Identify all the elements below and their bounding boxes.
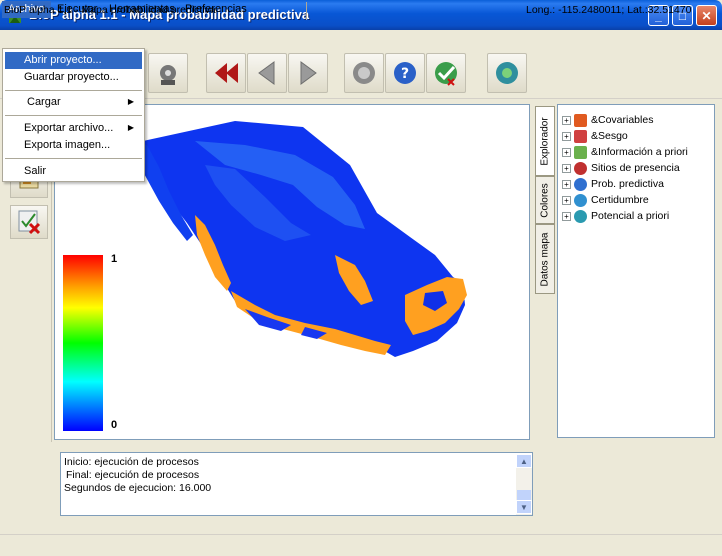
forward-button[interactable]: [288, 53, 328, 93]
expand-icon[interactable]: +: [562, 147, 571, 157]
arrow-rewind-icon: [215, 63, 238, 83]
arrow-forward-icon: [300, 61, 317, 85]
sitios-icon: [574, 161, 587, 175]
scroll-up-button[interactable]: ▲: [516, 454, 532, 468]
menu-item-guardar-proyecto[interactable]: Guardar proyecto...: [5, 69, 142, 86]
legend-max-label: 1: [111, 253, 118, 265]
potencial-icon: [574, 209, 587, 223]
menu-item-exportar-archivo[interactable]: Exportar archivo... ▶: [5, 120, 142, 137]
globe-help-icon: ?: [394, 62, 416, 84]
status-text: BioP alpha 1.1 - Mapa probabilidad predi…: [4, 4, 216, 16]
menu-item-cargar-label: Cargar: [27, 96, 61, 108]
tree-item-label: &Sesgo: [591, 130, 628, 142]
tab-colores-label: Colores: [539, 182, 551, 218]
tree-item-label: Certidumbre: [591, 194, 649, 206]
expand-icon[interactable]: +: [562, 163, 571, 173]
tab-explorador-label: Explorador: [539, 116, 551, 166]
covariables-icon: [574, 113, 587, 127]
sesgo-icon: [574, 129, 587, 143]
menu-separator: [5, 115, 142, 116]
submenu-arrow-icon: ▶: [127, 97, 134, 106]
menu-item-salir[interactable]: Salir: [5, 163, 142, 180]
globe-refresh-icon: [496, 62, 518, 84]
archivo-dropdown: Abrir proyecto... Guardar proyecto... Ca…: [2, 48, 145, 182]
menu-item-cargar[interactable]: Cargar ▶: [5, 94, 142, 111]
log-line: Inicio: ejecución de procesos: [64, 456, 199, 468]
expand-icon[interactable]: +: [562, 131, 571, 141]
expand-icon[interactable]: +: [562, 179, 571, 189]
globe-check-icon: [435, 62, 457, 86]
prob-icon: [574, 177, 587, 191]
globe-settings-button[interactable]: [344, 53, 384, 93]
gear-icon: [160, 65, 176, 85]
tree-item-informacion[interactable]: + &Información a priori: [562, 144, 688, 160]
tree-item-sesgo[interactable]: + &Sesgo: [562, 128, 628, 144]
rewind-button[interactable]: [206, 53, 246, 93]
chevron-down-icon: ▼: [520, 502, 528, 512]
tree-item-label: Sitios de presencia: [591, 162, 680, 174]
tree-item-certidumbre[interactable]: + Certidumbre: [562, 192, 649, 208]
coordinates-readout: Long.: -115.2480011; Lat.:32.51470: [526, 4, 692, 16]
tree-item-label: &Información a priori: [591, 146, 688, 158]
menu-bar: [0, 30, 722, 49]
expand-icon[interactable]: +: [562, 195, 571, 205]
scroll-thumb[interactable]: [517, 490, 531, 500]
tab-colores[interactable]: Colores: [535, 176, 555, 224]
menu-separator: [5, 158, 142, 159]
arrow-back-icon: [258, 61, 275, 85]
tree-item-prob[interactable]: + Prob. predictiva: [562, 176, 664, 192]
log-line: Final: ejecución de procesos: [66, 469, 200, 481]
menu-item-exportar-label: Exportar archivo...: [24, 122, 114, 134]
remove-layer-button[interactable]: [10, 205, 48, 239]
globe-refresh-button[interactable]: [487, 53, 527, 93]
tree-item-label: Prob. predictiva: [591, 178, 664, 190]
side-tabs: Explorador Colores Datos mapa: [535, 104, 557, 440]
scroll-down-button[interactable]: ▼: [516, 500, 532, 514]
expand-icon[interactable]: +: [562, 115, 571, 125]
menu-item-exporta-imagen[interactable]: Exporta imagen...: [5, 137, 142, 154]
status-bar: [0, 534, 722, 556]
legend-color-bar: [63, 255, 103, 431]
certidumbre-icon: [574, 193, 587, 207]
tree-item-label: Potencial a priori: [591, 210, 670, 222]
map-remove-icon: [18, 210, 41, 235]
back-button[interactable]: [247, 53, 287, 93]
globe-check-button[interactable]: [426, 53, 466, 93]
explorer-tree: + &Covariables + &Sesgo + &Información a…: [557, 104, 715, 438]
log-scrollbar[interactable]: ▲ ▼: [516, 454, 532, 515]
chevron-up-icon: ▲: [520, 456, 528, 466]
globe-help-button[interactable]: ?: [385, 53, 425, 93]
submenu-arrow-icon: ▶: [127, 123, 134, 132]
tab-datos-mapa[interactable]: Datos mapa: [535, 224, 555, 294]
tools-button[interactable]: [148, 53, 188, 93]
expand-icon[interactable]: +: [562, 211, 571, 221]
svg-text:?: ?: [401, 66, 409, 82]
globe-gear-icon: [353, 62, 375, 84]
log-line: Segundos de ejecucion: 16.000: [64, 482, 212, 494]
menu-separator: [5, 90, 142, 91]
menu-item-abrir-proyecto[interactable]: Abrir proyecto...: [5, 52, 142, 69]
tab-datos-mapa-label: Datos mapa: [539, 232, 551, 286]
tree-item-potencial[interactable]: + Potencial a priori: [562, 208, 669, 224]
tree-item-covariables[interactable]: + &Covariables: [562, 112, 653, 128]
status-divider: [306, 2, 307, 20]
legend-min-label: 0: [111, 419, 118, 431]
tab-explorador[interactable]: Explorador: [535, 106, 555, 176]
tree-item-label: &Covariables: [591, 114, 654, 126]
log-output[interactable]: Inicio: ejecución de procesos Final: eje…: [60, 452, 533, 516]
tree-item-sitios[interactable]: + Sitios de presencia: [562, 160, 680, 176]
info-icon: [574, 145, 587, 159]
